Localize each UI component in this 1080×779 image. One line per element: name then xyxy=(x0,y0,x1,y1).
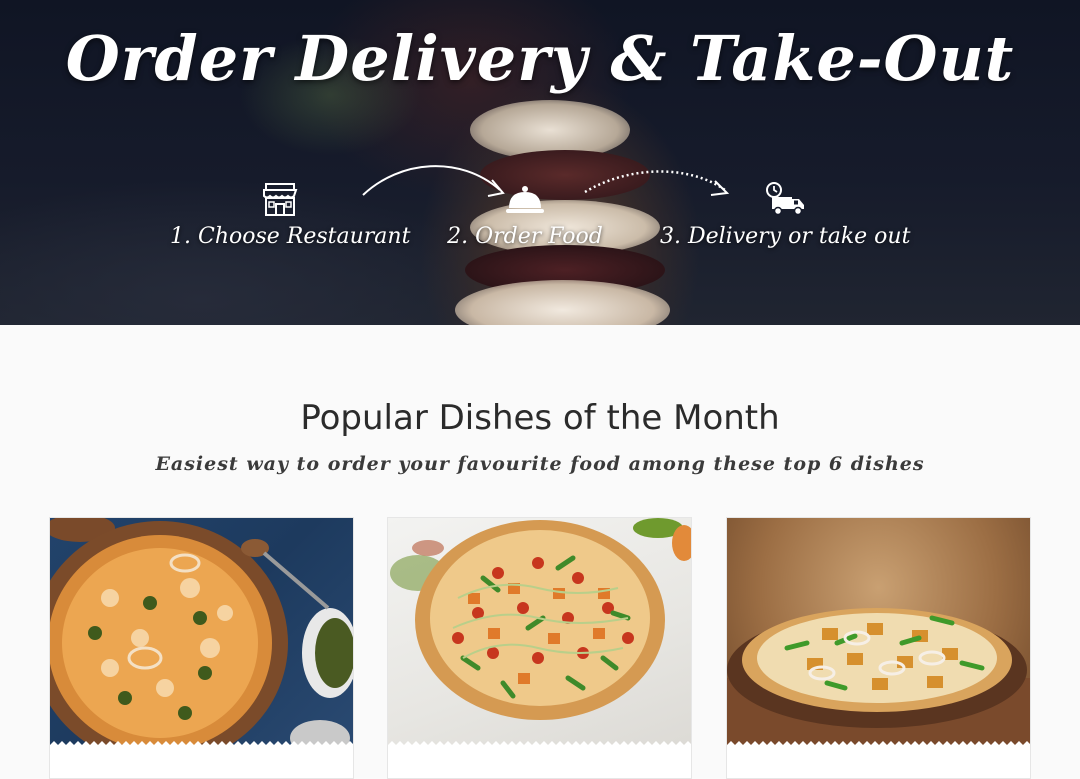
step-label: 1. Choose Restaurant xyxy=(170,224,411,249)
card-zigzag-edge xyxy=(50,741,353,750)
dish-card[interactable] xyxy=(49,517,354,779)
serving-cloche-icon xyxy=(506,186,544,213)
step-label: 3. Delivery or take out xyxy=(660,224,911,249)
paneer-capsicum-pizza-photo[interactable] xyxy=(388,518,691,750)
paneer-onion-pizza-photo[interactable] xyxy=(727,518,1030,750)
dish-card[interactable] xyxy=(726,517,1031,779)
paneer-jalapeno-pizza-photo[interactable] xyxy=(50,518,353,750)
step-label: 2. Order Food xyxy=(447,224,603,249)
step-order-food: 2. Order Food xyxy=(440,180,610,249)
card-zigzag-edge xyxy=(388,741,691,750)
storefront-icon xyxy=(263,183,298,216)
delivery-truck-icon xyxy=(766,182,804,216)
popular-dishes-title: Popular Dishes of the Month xyxy=(300,398,780,438)
dish-card[interactable] xyxy=(387,517,692,779)
step-choose-restaurant: 1. Choose Restaurant xyxy=(170,180,410,249)
hero-banner: Order Delivery & Take-Out 1. Choose Rest… xyxy=(0,0,1080,325)
step-arrows xyxy=(362,165,730,197)
card-zigzag-edge xyxy=(727,741,1030,750)
step-delivery-or-takeout: 3. Delivery or take out xyxy=(660,180,910,249)
popular-dishes-subtitle: Easiest way to order your favourite food… xyxy=(155,453,925,475)
